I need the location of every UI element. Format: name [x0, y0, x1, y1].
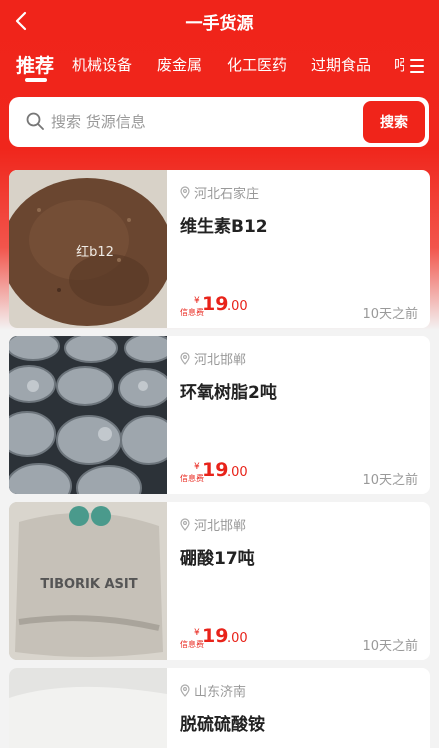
location-text: 河北邯郸	[194, 353, 247, 368]
location-text: 山东济南	[194, 685, 247, 700]
currency-symbol: ¥	[194, 296, 200, 306]
listing-title: 维生素B12	[180, 217, 268, 237]
post-time: 10天之前	[362, 307, 418, 322]
price-decimal: .00	[227, 631, 248, 646]
tab-expired-food[interactable]: 过期食品	[311, 54, 371, 75]
location: 河北邯郸	[180, 349, 246, 368]
active-tab-indicator	[25, 78, 47, 82]
tab-scrap-metal[interactable]: 废金属	[157, 54, 202, 75]
search-icon	[26, 112, 44, 130]
listing-image: 红b12	[9, 170, 167, 328]
price-decimal: .00	[227, 299, 248, 314]
price-decimal: .00	[227, 465, 248, 480]
price-integer: 19	[202, 293, 229, 315]
price-integer: 19	[202, 625, 229, 647]
page-title: 一手货源	[185, 14, 254, 34]
location: 山东济南	[180, 681, 246, 700]
listing-card[interactable]: 红b12 河北石家庄 维生素B12 信息费 ¥ 19 .00 10天之前	[9, 170, 430, 328]
listing-card[interactable]: 河北邯郸 环氧树脂2吨 信息费 ¥ 19 .00 10天之前	[9, 336, 430, 494]
listing-title: 硼酸17吨	[180, 549, 255, 569]
post-time: 10天之前	[362, 639, 418, 654]
post-time: 10天之前	[362, 473, 418, 488]
tab-recommend[interactable]: 推荐	[16, 51, 54, 78]
tab-overflow[interactable]: 吲	[394, 54, 404, 75]
listing-title: 环氧树脂2吨	[180, 383, 277, 403]
currency-symbol: ¥	[194, 462, 200, 472]
search-button[interactable]: 搜索	[363, 101, 425, 143]
listing-card[interactable]: 山东济南 脱硫硫酸铵	[9, 668, 430, 748]
search-input[interactable]	[51, 109, 351, 135]
tab-chemical-pharma[interactable]: 化工医药	[227, 54, 287, 75]
location: 河北邯郸	[180, 515, 246, 534]
location-text: 河北邯郸	[194, 519, 247, 534]
listing-image	[9, 336, 167, 494]
location-pin-icon	[180, 352, 190, 365]
location-pin-icon	[180, 186, 190, 199]
menu-icon[interactable]	[407, 56, 429, 76]
currency-symbol: ¥	[194, 628, 200, 638]
location: 河北石家庄	[180, 183, 259, 202]
listing-card[interactable]: TIBORIK ASIT 河北邯郸 硼酸17吨 信息费 ¥ 19 .00 10天…	[9, 502, 430, 660]
fee-label: 信息费	[180, 308, 204, 317]
image-caption: 红b12	[76, 244, 114, 260]
price-integer: 19	[202, 459, 229, 481]
category-tabs: 推荐 机械设备 废金属 化工医药 过期食品 吲	[0, 48, 439, 86]
listing-image	[9, 668, 167, 748]
top-bar: 一手货源	[0, 0, 439, 42]
location-pin-icon	[180, 518, 190, 531]
search-bar: 搜索	[9, 97, 429, 147]
image-caption: TIBORIK ASIT	[40, 577, 137, 592]
listing-title: 脱硫硫酸铵	[180, 715, 265, 735]
location-pin-icon	[180, 684, 190, 697]
fee-label: 信息费	[180, 640, 204, 649]
fee-label: 信息费	[180, 474, 204, 483]
listing-image: TIBORIK ASIT	[9, 502, 167, 660]
tab-machinery[interactable]: 机械设备	[72, 54, 132, 75]
location-text: 河北石家庄	[194, 187, 260, 202]
